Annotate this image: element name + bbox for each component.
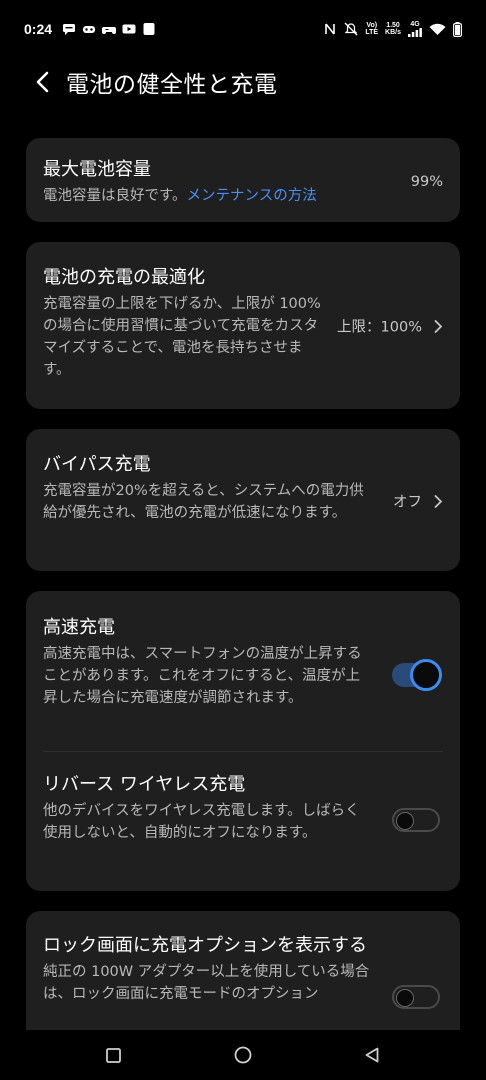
battery-capacity-card[interactable]: 最大電池容量 電池容量は良好です。メンテナンスの方法 99%: [26, 138, 460, 222]
status-time: 0:24: [24, 21, 53, 37]
back-arrow-icon: [36, 71, 49, 93]
toggle-knob: [396, 989, 414, 1007]
charge-optimization-card[interactable]: 電池の充電の最適化 充電容量の上限を下げるか、上限が 100% の場合に使用習慣…: [26, 242, 460, 409]
triangle-back-icon: [365, 1047, 379, 1063]
reverse-wireless-desc: 他のデバイスをワイヤレス充電します。しばらく使用しないと、自動的にオフになります…: [43, 803, 360, 841]
message-icon: [63, 24, 76, 35]
youtube-icon: [122, 24, 136, 34]
page-header: 電池の健全性と充電: [0, 60, 486, 104]
battery-capacity-desc: 電池容量は良好です。メンテナンスの方法: [43, 185, 443, 207]
volte-bottom: LTE: [365, 29, 379, 36]
controller-icon: [102, 27, 117, 34]
toggle-knob: [410, 659, 442, 691]
charging-toggles-card: 高速充電 高速充電中は、スマートフォンの温度が上昇することがあります。これをオフ…: [26, 591, 460, 891]
network-type: 4G: [410, 21, 420, 28]
status-bar: 0:24 Vo) LTE 1.50 KB/s 4G: [0, 0, 486, 58]
battery-capacity-title: 最大電池容量: [43, 159, 151, 180]
app-icon: [143, 23, 155, 35]
lock-screen-options-desc: 純正の 100W アダプター以上を使用している場合は、ロック画面に充電モードのオ…: [43, 964, 370, 1002]
network-speed: 1.50 KB/s: [385, 22, 401, 36]
circle-icon: [234, 1046, 252, 1064]
battery-icon: [453, 21, 462, 37]
bypass-charging-value: オフ: [393, 491, 443, 512]
chevron-right-icon: [434, 494, 443, 508]
cell-signal: 4G: [408, 21, 422, 37]
back-nav-button[interactable]: [352, 1035, 392, 1075]
fast-charge-desc: 高速充電中は、スマートフォンの温度が上昇することがあります。これをオフにすると、…: [43, 646, 362, 706]
fast-charge-row[interactable]: 高速充電 高速充電中は、スマートフォンの温度が上昇することがあります。これをオフ…: [26, 591, 460, 751]
page-title: 電池の健全性と充電: [66, 72, 278, 98]
battery-capacity-status: 電池容量は良好です。: [43, 188, 187, 204]
fast-charge-toggle[interactable]: [392, 659, 442, 691]
bypass-charging-desc: 充電容量が20%を超えると、システムへの電力供給が優先され、電池の充電が低速にな…: [43, 483, 364, 521]
bypass-charging-card[interactable]: バイパス充電 充電容量が20%を超えると、システムへの電力供給が優先され、電池の…: [26, 429, 460, 571]
wifi-icon: [429, 23, 446, 35]
charge-optimization-title: 電池の充電の最適化: [43, 267, 205, 288]
volte-top: Vo): [366, 22, 378, 29]
home-button[interactable]: [223, 1035, 263, 1075]
chevron-right-icon: [434, 319, 443, 333]
gamepad-icon: [83, 26, 96, 33]
signal-icon: [408, 28, 422, 37]
system-icons: Vo) LTE 1.50 KB/s 4G: [323, 21, 462, 37]
maintenance-link[interactable]: メンテナンスの方法: [187, 188, 317, 204]
nfc-icon: [325, 23, 336, 35]
speed-value: 1.50: [386, 22, 400, 29]
reverse-wireless-row[interactable]: リバース ワイヤレス充電 他のデバイスをワイヤレス充電します。しばらく使用しない…: [26, 752, 460, 891]
lock-screen-options-card[interactable]: ロック画面に充電オプションを表示する 純正の 100W アダプター以上を使用して…: [26, 911, 460, 1031]
navigation-bar: [0, 1030, 486, 1080]
reverse-wireless-title: リバース ワイヤレス充電: [43, 774, 246, 795]
lock-screen-options-toggle[interactable]: [392, 985, 440, 1009]
toggle-knob: [396, 812, 414, 830]
charge-optimization-desc: 充電容量の上限を下げるか、上限が 100% の場合に使用習慣に基づいて充電をカス…: [43, 296, 321, 378]
square-icon: [105, 1047, 121, 1063]
mute-icon: [344, 22, 358, 36]
back-button[interactable]: [22, 62, 62, 102]
lock-screen-options-title: ロック画面に充電オプションを表示する: [43, 935, 367, 956]
notification-icons: [62, 23, 156, 35]
bypass-status: オフ: [393, 494, 422, 511]
charge-optimization-value: 上限：100%: [337, 316, 443, 337]
recents-button[interactable]: [93, 1035, 133, 1075]
volte-indicator: Vo) LTE: [365, 22, 378, 36]
fast-charge-title: 高速充電: [43, 617, 115, 638]
bypass-charging-title: バイパス充電: [43, 454, 151, 475]
battery-capacity-value: 99%: [410, 173, 443, 190]
reverse-wireless-toggle[interactable]: [392, 808, 440, 832]
speed-unit: KB/s: [385, 29, 401, 36]
charge-limit-value: 上限：100%: [337, 319, 422, 336]
